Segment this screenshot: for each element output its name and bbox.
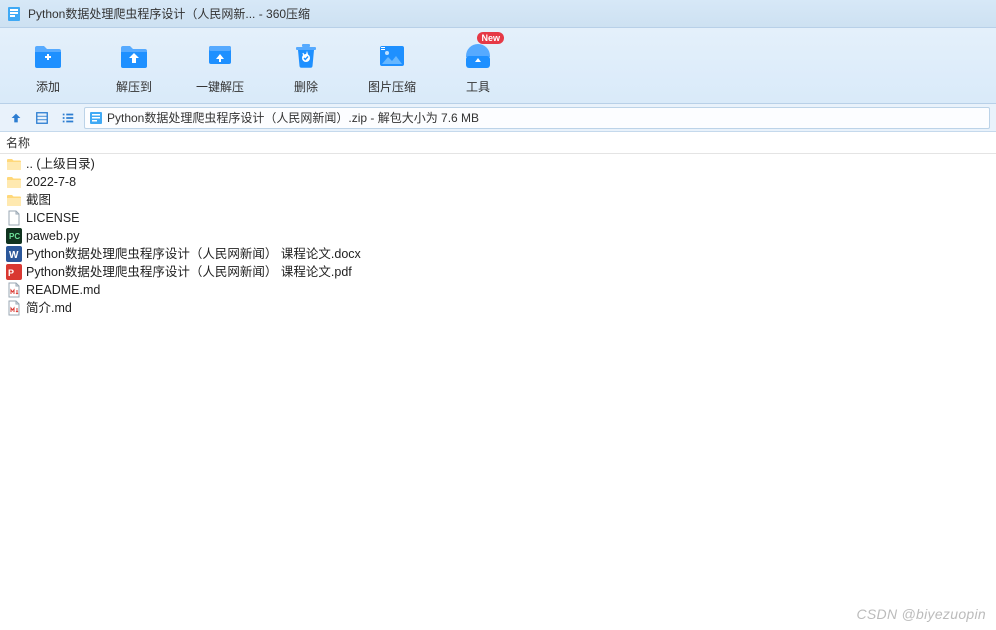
one-click-icon [204,40,236,72]
folder-icon [6,192,22,208]
file-row[interactable]: 简介.md [0,299,996,317]
pdf-icon: P [6,264,22,280]
path-text: Python数据处理爬虫程序设计（人民网新闻）.zip - 解包大小为 7.6 … [107,109,479,126]
extract-to-icon [118,40,150,72]
file-name: 2022-7-8 [26,173,76,191]
image-compress-icon [376,40,408,72]
up-button[interactable] [6,108,26,128]
nav-bar: Python数据处理爬虫程序设计（人民网新闻）.zip - 解包大小为 7.6 … [0,104,996,132]
svg-text:P: P [8,268,14,278]
one-click-label: 一键解压 [196,78,244,95]
view-list-button[interactable] [58,108,78,128]
delete-icon [290,40,322,72]
delete-button[interactable]: 删除 [276,36,336,100]
file-name: Python数据处理爬虫程序设计（人民网新闻） 课程论文.pdf [26,263,352,281]
toolbar: 添加 解压到 一键解压 删除 图片压缩 New 工具 [0,28,996,104]
title-bar: Python数据处理爬虫程序设计（人民网新... - 360压缩 [0,0,996,28]
file-blank-icon [6,210,22,226]
file-row[interactable]: P Python数据处理爬虫程序设计（人民网新闻） 课程论文.pdf [0,263,996,281]
file-name: LICENSE [26,209,80,227]
file-row[interactable]: PC paweb.py [0,227,996,245]
svg-text:PC: PC [9,232,20,241]
image-compress-label: 图片压缩 [368,78,416,95]
file-name: 截图 [26,191,51,209]
column-header[interactable]: 名称 [0,132,996,154]
file-name: README.md [26,281,100,299]
file-row[interactable]: 2022-7-8 [0,173,996,191]
tools-icon: New [462,40,494,72]
pycharm-icon: PC [6,228,22,244]
file-row[interactable]: W Python数据处理爬虫程序设计（人民网新闻） 课程论文.docx [0,245,996,263]
archive-icon [89,111,103,125]
window-title: Python数据处理爬虫程序设计（人民网新... - 360压缩 [28,5,310,22]
word-icon: W [6,246,22,262]
extract-to-label: 解压到 [116,78,152,95]
delete-label: 删除 [294,78,318,95]
app-icon [6,6,22,22]
add-label: 添加 [36,78,60,95]
add-icon [32,40,64,72]
md-icon [6,300,22,316]
file-row[interactable]: 截图 [0,191,996,209]
svg-text:W: W [9,250,19,261]
view-detail-button[interactable] [32,108,52,128]
file-row[interactable]: README.md [0,281,996,299]
md-icon [6,282,22,298]
file-row[interactable]: .. (上级目录) [0,155,996,173]
path-box[interactable]: Python数据处理爬虫程序设计（人民网新闻）.zip - 解包大小为 7.6 … [84,107,990,129]
watermark: CSDN @biyezuopin [856,606,986,622]
file-name: .. (上级目录) [26,155,95,173]
image-compress-button[interactable]: 图片压缩 [362,36,422,100]
file-row[interactable]: LICENSE [0,209,996,227]
tools-button[interactable]: New 工具 [448,36,508,100]
column-name-header: 名称 [6,134,30,151]
file-name: 简介.md [26,299,72,317]
add-button[interactable]: 添加 [18,36,78,100]
file-name: paweb.py [26,227,80,245]
folder-up-icon [6,156,22,172]
one-click-extract-button[interactable]: 一键解压 [190,36,250,100]
file-name: Python数据处理爬虫程序设计（人民网新闻） 课程论文.docx [26,245,361,263]
extract-to-button[interactable]: 解压到 [104,36,164,100]
tools-label: 工具 [466,78,490,95]
file-list: .. (上级目录)2022-7-8截图LICENSE PC paweb.py W Pyt… [0,154,996,317]
folder-icon [6,174,22,190]
new-badge: New [477,32,504,44]
